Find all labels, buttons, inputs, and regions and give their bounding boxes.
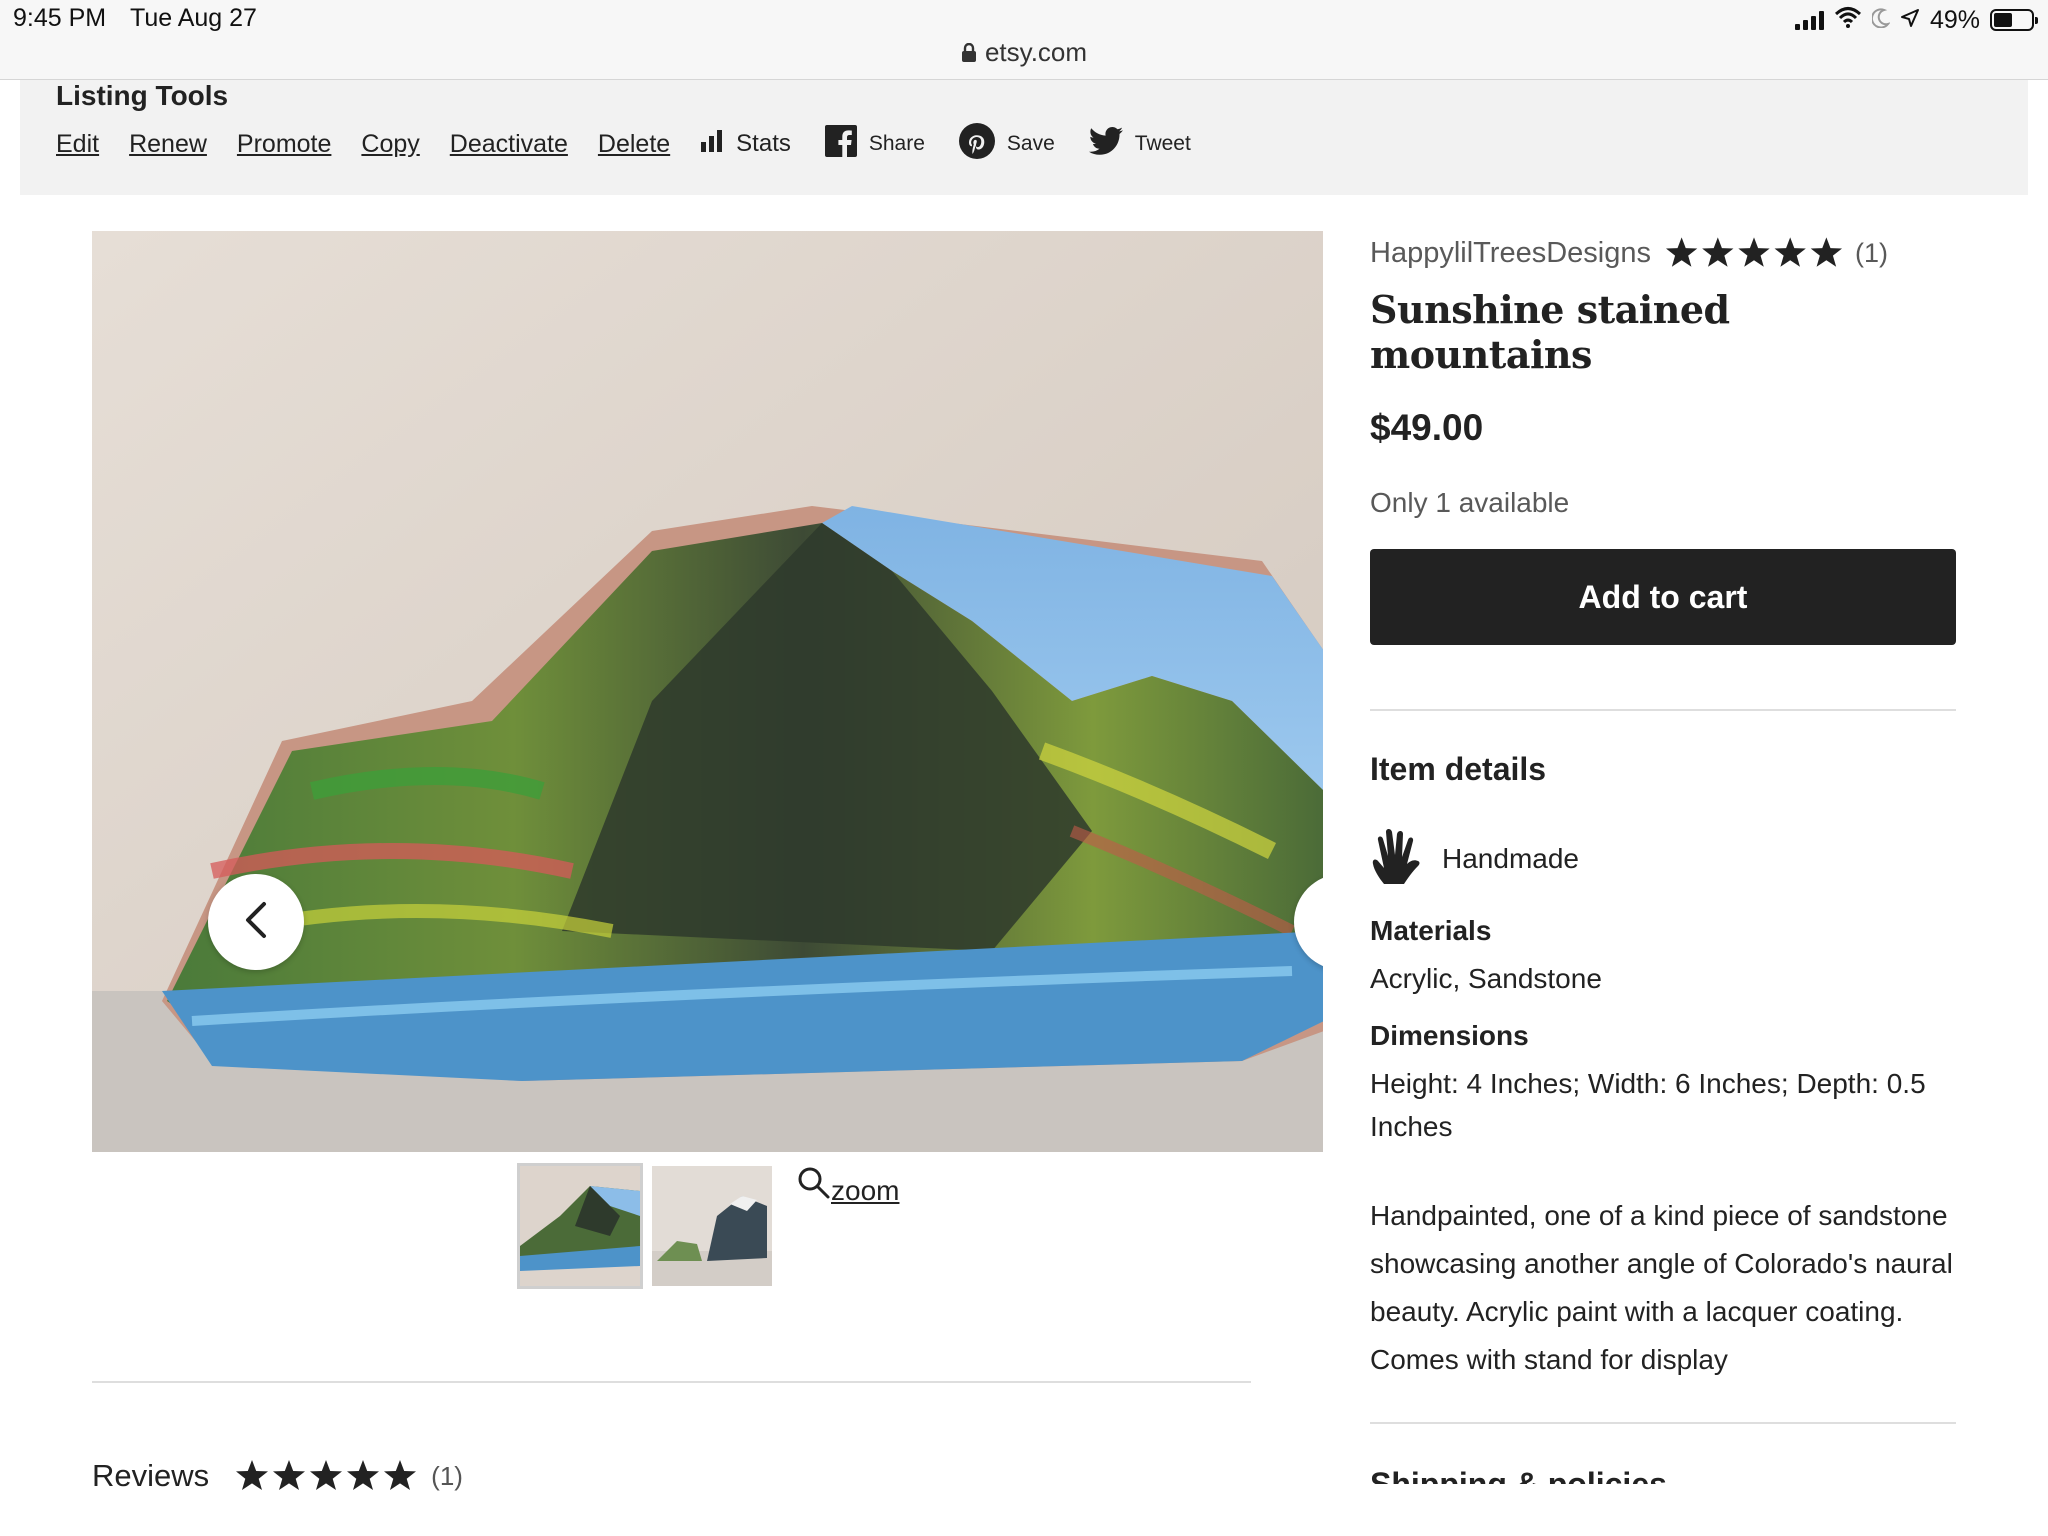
address-bar[interactable]: etsy.com — [0, 37, 2048, 70]
renew-link[interactable]: Renew — [129, 130, 207, 159]
delete-link[interactable]: Delete — [598, 130, 670, 159]
facebook-share-button[interactable]: Share — [824, 124, 925, 164]
listing-tools-actions: Edit Renew Promote Copy Deactivate Delet… — [56, 122, 1225, 166]
url-text: etsy.com — [984, 37, 1088, 67]
promote-link[interactable]: Promote — [237, 130, 331, 159]
thumbnail-1-image — [520, 1166, 640, 1286]
product-info-panel: HappylilTreesDesigns (1) Sunshine staine… — [1370, 231, 1956, 1484]
hand-icon — [1370, 826, 1422, 891]
item-description: Handpainted, one of a kind piece of sand… — [1370, 1200, 1953, 1375]
section-divider — [92, 1381, 1251, 1383]
product-price: $49.00 — [1370, 407, 1484, 448]
facebook-icon — [824, 124, 857, 164]
edit-link[interactable]: Edit — [56, 130, 99, 159]
pinterest-icon — [958, 122, 995, 166]
handmade-label: Handmade — [1442, 842, 1579, 874]
add-to-cart-button[interactable]: Add to cart — [1370, 549, 1956, 645]
reviews-count: (1) — [431, 1460, 463, 1491]
product-main-image[interactable] — [92, 231, 1323, 1152]
five-stars-icon — [1665, 237, 1843, 267]
shop-name-link[interactable]: HappylilTreesDesigns — [1370, 237, 1651, 270]
shop-star-rating[interactable] — [1665, 236, 1843, 270]
bar-chart-icon — [700, 129, 724, 160]
chevron-left-icon — [240, 900, 272, 945]
stats-label: Stats — [736, 130, 791, 157]
item-details-title: Item details — [1370, 751, 1547, 787]
shop-row: HappylilTreesDesigns (1) — [1370, 231, 1956, 275]
battery-icon — [1990, 9, 2038, 31]
pinterest-save-button[interactable]: Save — [958, 122, 1055, 166]
save-label: Save — [1006, 132, 1055, 155]
zoom-label: zoom — [831, 1175, 900, 1206]
location-arrow-icon — [1900, 6, 1920, 35]
deactivate-link[interactable]: Deactivate — [450, 130, 568, 159]
shipping-divider — [1370, 1422, 1956, 1424]
listing-tools-title: Listing Tools — [56, 80, 229, 111]
shop-review-count: (1) — [1854, 237, 1888, 268]
five-stars-icon — [236, 1460, 417, 1490]
status-date: Tue Aug 27 — [130, 4, 257, 32]
painted-rock-photo — [92, 231, 1323, 1152]
thumbnail-2[interactable] — [652, 1166, 772, 1286]
thumbnail-1[interactable] — [517, 1163, 643, 1289]
status-bar: 9:45 PM Tue Aug 27 etsy.com 49% — [0, 0, 2048, 80]
materials-label: Materials — [1370, 915, 1492, 946]
stats-button[interactable]: Stats — [700, 129, 791, 160]
status-indicators: 49% — [1794, 5, 2038, 35]
thumbnail-2-image — [652, 1166, 772, 1286]
reviews-header: Reviews (1) — [92, 1458, 463, 1494]
materials-value: Acrylic, Sandstone — [1370, 963, 1602, 994]
moon-icon — [1870, 6, 1891, 35]
tweet-button[interactable]: Tweet — [1088, 126, 1191, 162]
lock-icon — [961, 39, 977, 70]
share-label: Share — [868, 132, 925, 155]
cellular-signal-icon — [1794, 10, 1824, 30]
tweet-label: Tweet — [1134, 132, 1191, 155]
wifi-icon — [1834, 6, 1862, 35]
zoom-button[interactable]: zoom — [797, 1166, 899, 1207]
availability-text: Only 1 available — [1370, 487, 1570, 518]
reviews-title: Reviews — [92, 1458, 210, 1493]
listing-tools-bar: Listing Tools Edit Renew Promote Copy De… — [20, 80, 2028, 195]
status-time: 9:45 PM — [13, 4, 107, 32]
handmade-row: Handmade — [1370, 826, 1956, 891]
previous-image-button[interactable] — [208, 874, 304, 970]
dimensions-label: Dimensions — [1370, 1020, 1529, 1051]
reviews-star-rating — [235, 1459, 417, 1493]
twitter-icon — [1088, 126, 1123, 162]
product-title: Sunshine stained mountains — [1370, 287, 1730, 377]
details-divider — [1370, 709, 1956, 711]
battery-percent: 49% — [1929, 5, 1980, 34]
dimensions-value: Height: 4 Inches; Width: 6 Inches; Depth… — [1370, 1068, 1926, 1142]
copy-link[interactable]: Copy — [361, 130, 419, 159]
magnifier-icon — [797, 1166, 831, 1207]
shipping-policies-heading[interactable]: Shipping & policies — [1370, 1466, 1956, 1484]
